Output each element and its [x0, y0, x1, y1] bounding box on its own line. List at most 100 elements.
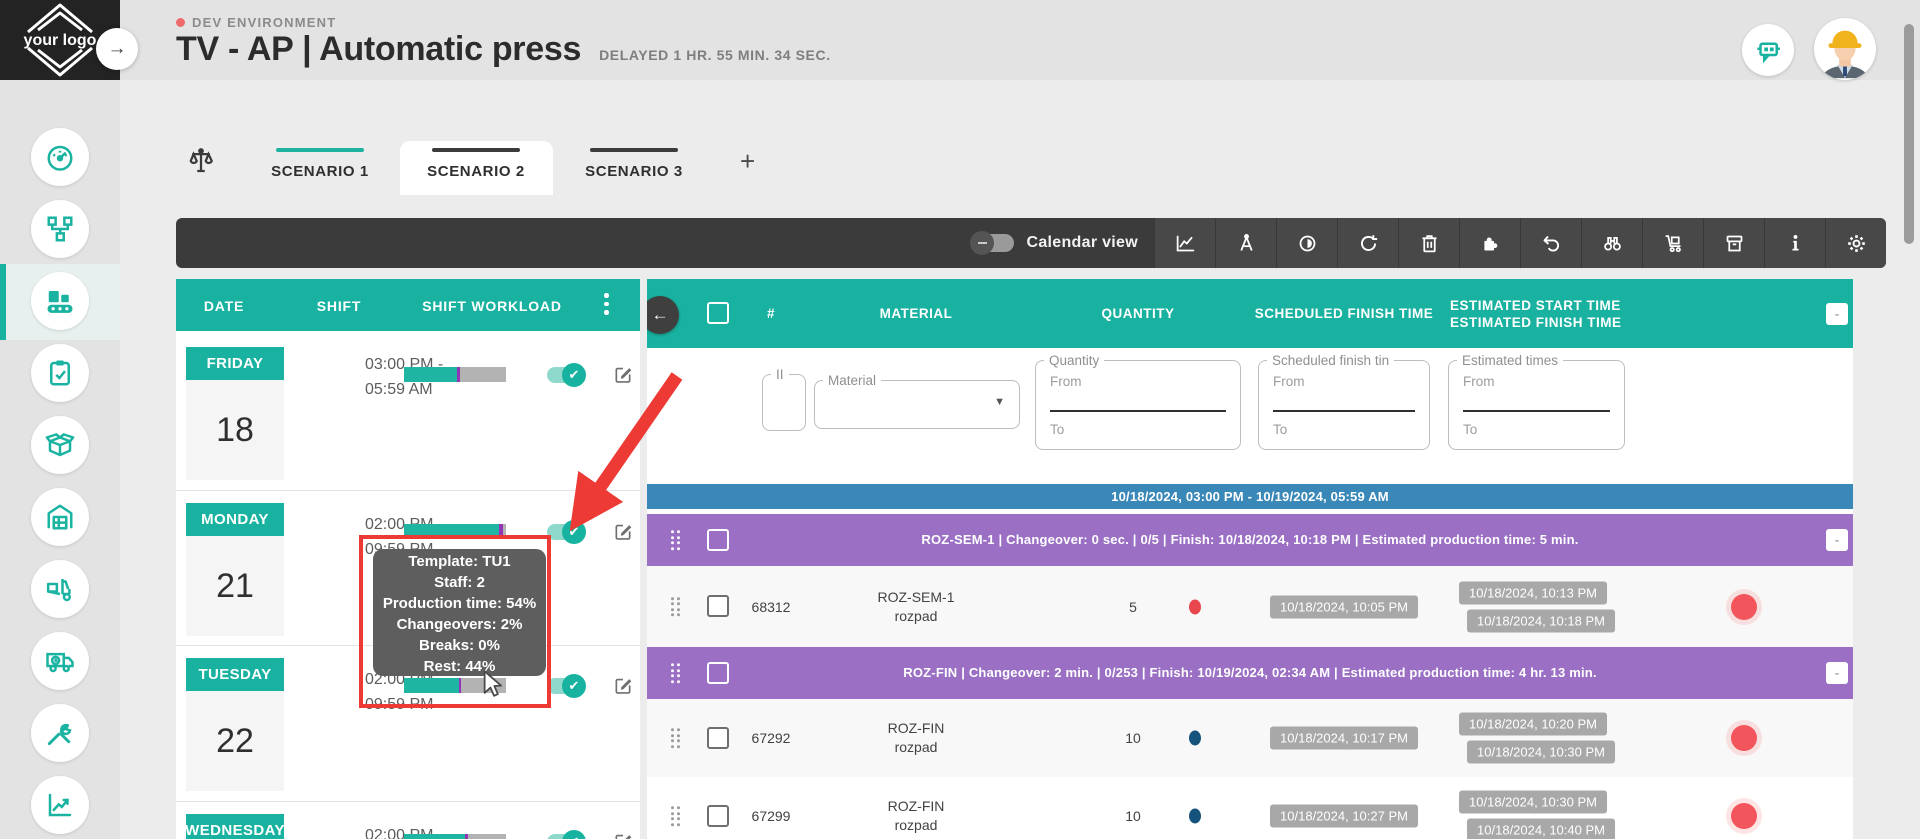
refresh-icon [1358, 233, 1379, 254]
column-hash: # [767, 306, 775, 321]
scheduled-to-input[interactable]: To [1273, 422, 1287, 437]
tab-scenario-2[interactable]: SCENARIO 2 [427, 163, 525, 180]
sidebar-item-production-line[interactable] [31, 272, 89, 330]
sidebar-collapse-button[interactable]: → [96, 28, 138, 70]
material-name: ROZ-FIN [888, 797, 945, 816]
group-checkbox[interactable] [707, 529, 729, 551]
toolbar-archive-button[interactable] [1703, 218, 1764, 268]
edit-shift-button[interactable] [613, 364, 633, 384]
scheduled-from-input[interactable]: From [1273, 374, 1305, 389]
tab-scenario-1[interactable]: SCENARIO 1 [271, 163, 369, 180]
quantity-to-input[interactable]: To [1050, 422, 1064, 437]
sidebar-item-packaging[interactable] [31, 416, 89, 474]
workload-bar[interactable] [404, 367, 506, 382]
sidebar-item-tasks[interactable] [31, 344, 89, 402]
sidebar-item-delivery[interactable] [31, 632, 89, 690]
material-filter-select[interactable]: Material ▼ [814, 373, 1020, 429]
row-checkbox[interactable] [707, 727, 729, 749]
edit-shift-button[interactable] [613, 831, 633, 839]
row-checkbox[interactable] [707, 805, 729, 827]
collapse-table-button[interactable]: - [1826, 303, 1848, 325]
workload-production-segment [404, 678, 459, 693]
toggle-check-icon: ✔ [562, 674, 586, 698]
tab-indicator-scenario-3 [590, 148, 678, 152]
row-checkbox[interactable] [707, 595, 729, 617]
drag-handle[interactable] [671, 728, 680, 748]
arrow-right-icon: → [108, 38, 127, 60]
select-all-checkbox[interactable] [707, 302, 729, 324]
material-filter-label: Material [823, 373, 881, 388]
calendar-view-toggle[interactable]: Calendar view [974, 234, 1138, 252]
shift-enabled-toggle[interactable]: ✔ [547, 524, 582, 540]
workload-bar[interactable] [404, 834, 506, 839]
packaging-box-icon [45, 430, 75, 460]
robot-chat-icon [1753, 35, 1783, 65]
drag-handle[interactable] [671, 663, 680, 683]
drag-handle[interactable] [671, 530, 680, 550]
toolbar-undo-button[interactable] [1520, 218, 1581, 268]
toolbar-info-button[interactable] [1764, 218, 1825, 268]
drag-handle[interactable] [671, 806, 680, 826]
toolbar-visibility-button[interactable] [1276, 218, 1337, 268]
sidebar-item-maintenance[interactable] [31, 704, 89, 762]
app-root: your logo → DEV ENVIRONMENT TV - AP | Au… [0, 0, 1920, 839]
edit-shift-button[interactable] [613, 675, 633, 695]
status-indicator [1731, 725, 1757, 751]
workload-bar[interactable] [404, 524, 506, 539]
estimated-start-chip: 10/18/2024, 10:20 PM [1459, 713, 1607, 736]
main-sidebar [0, 80, 120, 839]
toolbar-delete-button[interactable] [1398, 218, 1459, 268]
toolbar-compass-button[interactable] [1215, 218, 1276, 268]
shift-enabled-toggle[interactable]: ✔ [547, 678, 582, 694]
order-row-67299[interactable]: 67299 ROZ-FIN rozpad 10 10/18/2024, 10:2… [647, 777, 1853, 839]
chevron-down-icon[interactable]: ▼ [994, 396, 1005, 408]
sidebar-item-analytics[interactable] [31, 776, 89, 834]
date-number: 21 [186, 536, 284, 636]
environment-row: DEV ENVIRONMENT [176, 15, 336, 30]
shift-panel-menu-button[interactable] [604, 293, 609, 315]
group-checkbox[interactable] [707, 662, 729, 684]
drag-handle[interactable] [671, 597, 680, 617]
order-number: 67292 [752, 730, 791, 746]
toolbar-settings-button[interactable] [1825, 218, 1886, 268]
sidebar-item-dashboard[interactable] [31, 128, 89, 186]
collapse-group-button[interactable]: - [1826, 662, 1848, 684]
sidebar-active-bar [0, 264, 6, 340]
order-number: 68312 [752, 599, 791, 615]
sidebar-item-process-flow[interactable] [31, 200, 89, 258]
estimated-start-chip: 10/18/2024, 10:30 PM [1459, 791, 1607, 814]
toolbar-load-cart-button[interactable] [1642, 218, 1703, 268]
tab-scenario-3[interactable]: SCENARIO 3 [585, 163, 683, 180]
toolbar-puzzle-button[interactable] [1459, 218, 1520, 268]
toolbar-binoculars-button[interactable] [1581, 218, 1642, 268]
calendar-view-label: Calendar view [1026, 234, 1138, 252]
add-scenario-button[interactable]: + [740, 148, 755, 174]
shift-enabled-toggle[interactable]: ✔ [547, 367, 582, 383]
collapse-group-button[interactable]: - [1826, 529, 1848, 551]
panel-back-button[interactable]: ← [647, 296, 679, 334]
page-scrollbar[interactable] [1904, 24, 1914, 244]
toolbar-refresh-button[interactable] [1337, 218, 1398, 268]
workload-changeover-segment [465, 834, 468, 839]
edit-shift-button[interactable] [613, 521, 633, 541]
shift-enabled-toggle[interactable]: ✔ [547, 834, 582, 839]
page-title: TV - AP | Automatic press [176, 30, 581, 68]
assistant-chat-button[interactable] [1742, 24, 1794, 76]
estimated-times-chips: 10/18/2024, 10:20 PM 10/18/2024, 10:30 P… [1463, 713, 1611, 764]
workload-bar[interactable] [404, 678, 506, 693]
toolbar-trend-chart-button[interactable] [1154, 218, 1215, 268]
sidebar-item-forklift[interactable] [31, 560, 89, 618]
estimated-from-input[interactable]: From [1463, 374, 1495, 389]
order-id-filter[interactable]: II [762, 367, 806, 431]
sidebar-item-warehouse[interactable] [31, 488, 89, 546]
quantity-from-input[interactable]: From [1050, 374, 1082, 389]
material-group-row[interactable]: ROZ-FIN | Changeover: 2 min. | 0/253 | F… [647, 647, 1853, 699]
order-row-67292[interactable]: 67292 ROZ-FIN rozpad 10 10/18/2024, 10:1… [647, 699, 1853, 777]
user-avatar[interactable] [1814, 18, 1876, 80]
order-row-68312[interactable]: 68312 ROZ-SEM-1 rozpad 5 10/18/2024, 10:… [647, 566, 1853, 647]
material-group-row[interactable]: ROZ-SEM-1 | Changeover: 0 sec. | 0/5 | F… [647, 514, 1853, 566]
compare-scenarios-button[interactable] [186, 146, 216, 176]
estimated-finish-chip: 10/18/2024, 10:18 PM [1467, 609, 1615, 632]
estimated-to-input[interactable]: To [1463, 422, 1477, 437]
calendar-view-toggle-track [974, 234, 1014, 252]
